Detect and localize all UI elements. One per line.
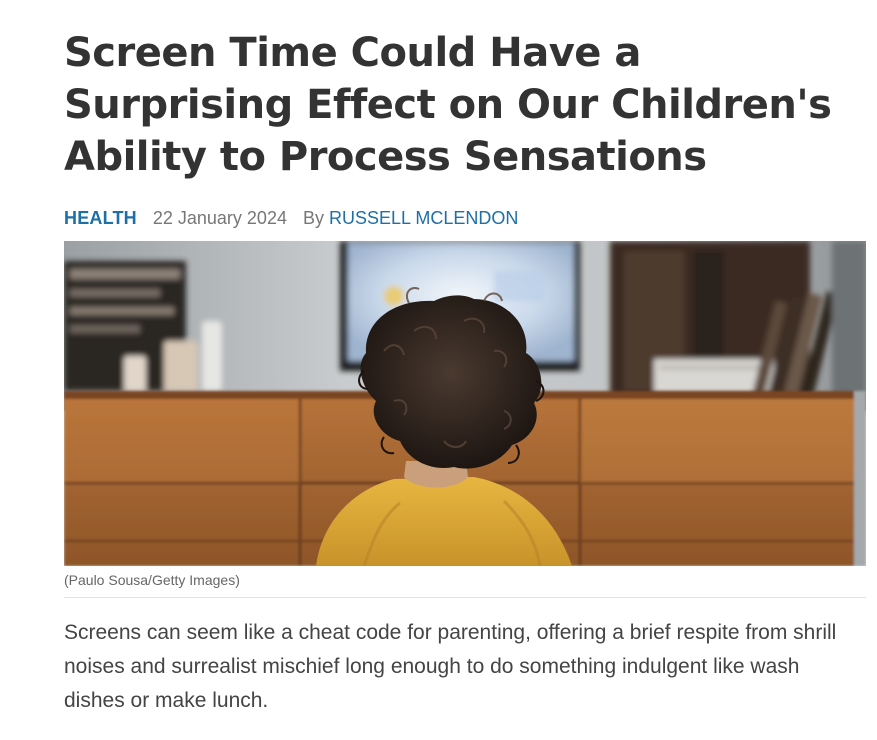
category-link[interactable]: HEALTH: [64, 206, 137, 230]
article: Screen Time Could Have a Surprising Effe…: [64, 0, 866, 718]
article-headline: Screen Time Could Have a Surprising Effe…: [64, 30, 832, 180]
article-lede: Screens can seem like a cheat code for p…: [64, 621, 837, 712]
byline-prefix: By: [302, 208, 324, 228]
byline: By RUSSELL MCLENDON: [303, 206, 518, 230]
author-link[interactable]: RUSSELL MCLENDON: [329, 208, 518, 228]
hero-image: [64, 241, 866, 566]
image-caption: (Paulo Sousa/Getty Images): [64, 571, 866, 598]
article-meta: HEALTH 22 January 2024 By RUSSELL MCLENDO…: [64, 206, 866, 230]
hero-illustration: [64, 241, 866, 566]
publish-date: 22 January 2024: [152, 208, 287, 228]
